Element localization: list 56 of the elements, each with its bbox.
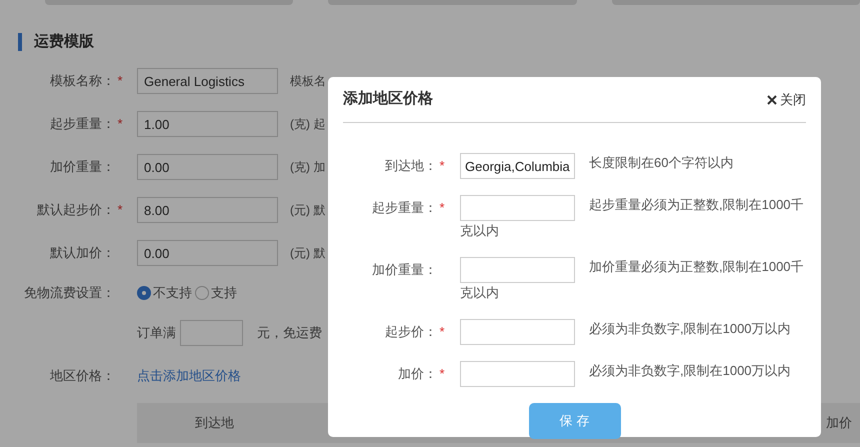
required-mark: *	[116, 201, 124, 220]
input-field[interactable]	[460, 257, 575, 283]
field-label: 起步重量：	[372, 199, 437, 218]
field-label: 起步重量：	[50, 115, 115, 134]
field-hint: 必须为非负数字,限制在1000万以内	[589, 320, 791, 338]
section-marker	[18, 33, 22, 51]
field-hint: 克以内	[460, 222, 499, 240]
field-note: (元) 默	[290, 245, 326, 262]
input-field[interactable]: 1.00	[137, 111, 278, 137]
close-button[interactable]: 关闭	[767, 90, 806, 110]
field-label: 默认加价：	[50, 244, 115, 262]
field-hint: 起步重量必须为正整数,限制在1000千	[589, 196, 804, 214]
input-field[interactable]	[180, 320, 243, 346]
add-region-price-link[interactable]: 点击添加地区价格	[137, 366, 241, 386]
close-icon	[767, 94, 777, 104]
required-mark: *	[438, 323, 446, 342]
field-label: 免物流费设置：	[24, 284, 115, 302]
field-note: (元) 默	[290, 202, 326, 219]
field-label: 模板名称：	[50, 72, 115, 90]
column-header: 到达地	[194, 414, 235, 432]
required-mark: *	[438, 365, 446, 384]
field-note: 模板名	[290, 73, 326, 90]
radio-button[interactable]	[195, 286, 209, 300]
field-label: 加价重量：	[372, 261, 437, 280]
field-label: 加价：	[398, 365, 437, 384]
section-title: 运费模版	[34, 32, 94, 52]
input-field[interactable]: General Logistics	[137, 68, 278, 94]
radio-button[interactable]	[137, 286, 151, 300]
column-header: 加价	[826, 414, 852, 432]
field-label: 默认起步价：	[37, 201, 115, 220]
field-hint: 克以内	[460, 284, 499, 302]
order-suffix: 元，免运费	[257, 324, 322, 342]
field-note: (克) 起	[290, 116, 326, 133]
field-note: (克) 加	[290, 159, 326, 176]
order-prefix: 订单满	[137, 324, 176, 342]
dialog-title: 添加地区价格	[343, 89, 433, 110]
field-hint: 必须为非负数字,限制在1000万以内	[589, 362, 791, 380]
input-field[interactable]	[460, 361, 575, 387]
required-mark: *	[438, 199, 446, 218]
input-field[interactable]: 8.00	[137, 197, 278, 223]
field-hint: 加价重量必须为正整数,限制在1000千	[589, 258, 804, 276]
required-mark: *	[116, 115, 124, 134]
radio-option[interactable]: 不支持	[137, 283, 192, 303]
required-mark: *	[438, 157, 446, 176]
field-hint: 长度限制在60个字符以内	[589, 154, 734, 172]
required-mark: *	[116, 72, 124, 90]
field-label: 加价重量：	[50, 158, 115, 176]
field-label: 到达地：	[385, 157, 437, 176]
input-field[interactable]	[460, 319, 575, 345]
field-label: 起步价：	[385, 323, 437, 342]
input-field[interactable]: 0.00	[137, 154, 278, 180]
input-field[interactable]	[460, 195, 575, 221]
radio-option[interactable]: 支持	[195, 283, 237, 303]
input-field[interactable]: 0.00	[137, 240, 278, 266]
field-label: 地区价格：	[50, 367, 115, 386]
input-field[interactable]: Georgia,Columbia	[460, 153, 575, 179]
